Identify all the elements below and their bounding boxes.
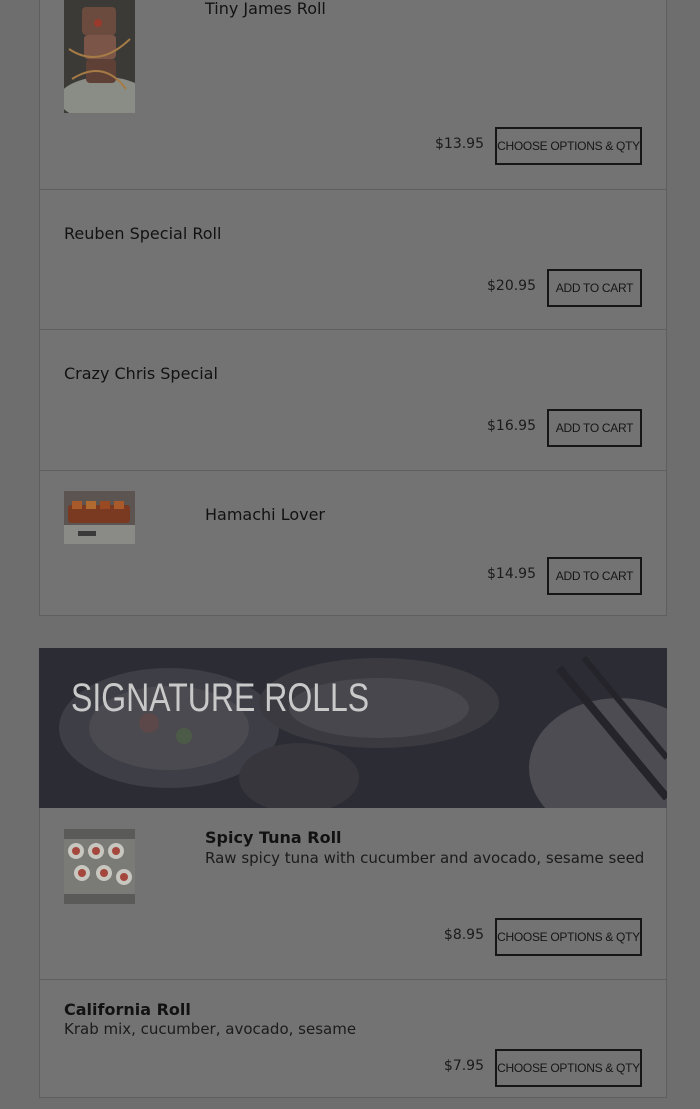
- choose-options-button[interactable]: CHOOSE OPTIONS & QTY: [495, 918, 642, 956]
- choose-options-button[interactable]: CHOOSE OPTIONS & QTY: [495, 1049, 642, 1087]
- menu-item: Crazy Chris Special $16.95 ADD TO CART: [40, 329, 666, 470]
- add-to-cart-button[interactable]: ADD TO CART: [547, 269, 642, 307]
- item-price: $8.95: [443, 927, 484, 943]
- hamachi-lover-photo[interactable]: [64, 491, 135, 544]
- item-description: Raw spicy tuna with cucumber and avocado…: [205, 849, 645, 867]
- item-price: $20.95: [487, 278, 536, 294]
- item-name: Reuben Special Roll: [64, 224, 222, 243]
- menu-item: Hamachi Lover $14.95 ADD TO CART: [40, 470, 666, 617]
- item-price: $16.95: [487, 418, 536, 434]
- item-name: Hamachi Lover: [205, 505, 326, 524]
- section-title: SIGNATURE ROLLS: [71, 676, 370, 720]
- item-name: Spicy Tuna Roll: [205, 828, 342, 847]
- spicy-tuna-roll-photo[interactable]: [64, 829, 135, 904]
- menu-item: Spicy Tuna Roll Raw spicy tuna with cucu…: [40, 808, 666, 979]
- menu-item: Tiny James Roll $13.95 CHOOSE OPTIONS & …: [40, 0, 666, 189]
- tiny-james-roll-photo[interactable]: [64, 0, 135, 113]
- item-price: $7.95: [443, 1058, 484, 1074]
- banner-background-image: [39, 648, 667, 808]
- menu-item: California Roll Krab mix, cucumber, avoc…: [40, 979, 666, 1109]
- item-name: California Roll: [64, 1000, 191, 1019]
- choose-options-button[interactable]: CHOOSE OPTIONS & QTY: [495, 127, 642, 165]
- section-banner: SIGNATURE ROLLS: [39, 648, 667, 808]
- menu-item: Reuben Special Roll $20.95 ADD TO CART: [40, 189, 666, 329]
- item-description: Krab mix, cucumber, avocado, sesame: [64, 1020, 357, 1038]
- item-price: $13.95: [435, 136, 484, 152]
- item-name: Tiny James Roll: [205, 0, 326, 18]
- menu-page: Tiny James Roll $13.95 CHOOSE OPTIONS & …: [0, 0, 700, 1098]
- item-price: $14.95: [487, 566, 536, 582]
- add-to-cart-button[interactable]: ADD TO CART: [547, 409, 642, 447]
- add-to-cart-button[interactable]: ADD TO CART: [547, 557, 642, 595]
- menu-section-card: Tiny James Roll $13.95 CHOOSE OPTIONS & …: [39, 0, 667, 616]
- item-name: Crazy Chris Special: [64, 364, 218, 383]
- menu-section-card: Spicy Tuna Roll Raw spicy tuna with cucu…: [39, 808, 667, 1098]
